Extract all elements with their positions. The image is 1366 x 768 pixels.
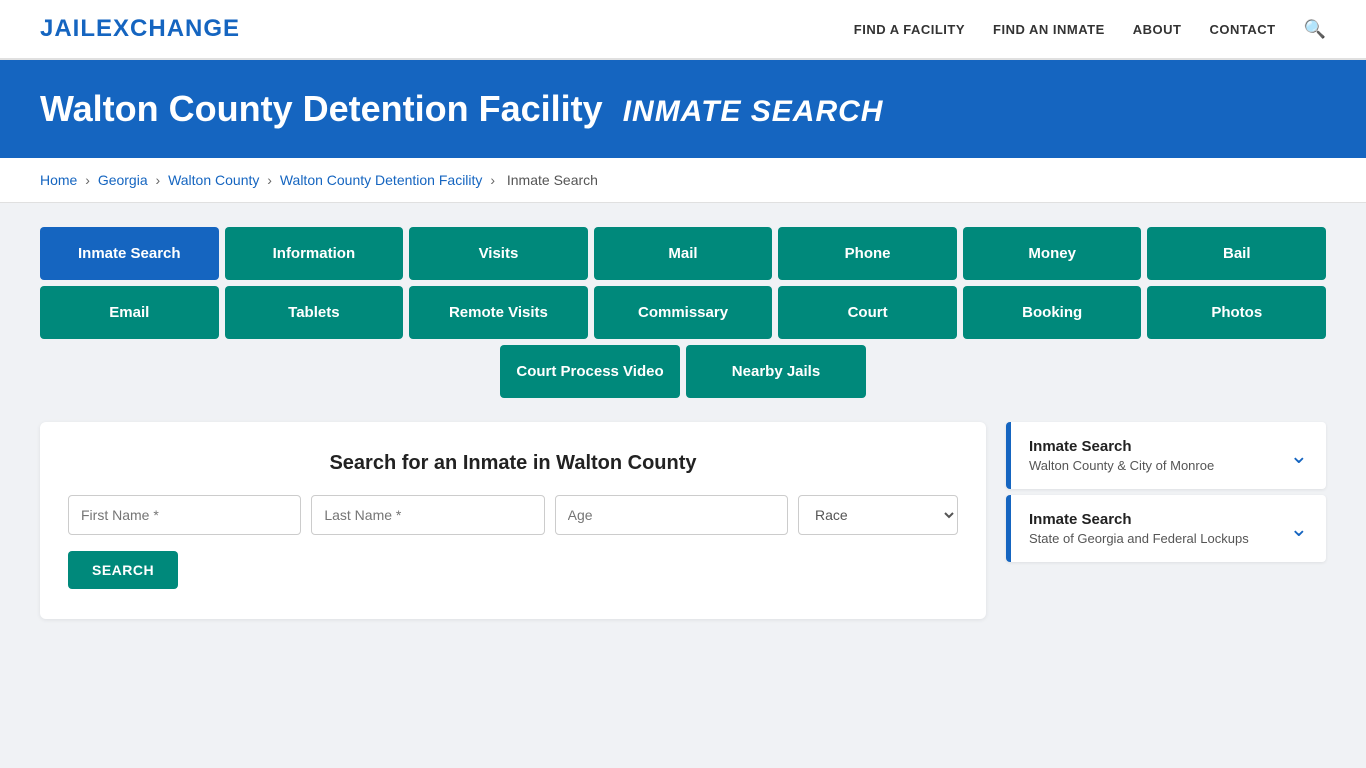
breadcrumb-home[interactable]: Home <box>40 172 77 188</box>
sidebar-card-2-title: Inmate Search <box>1029 511 1249 528</box>
btn-commissary[interactable]: Commissary <box>594 286 773 339</box>
sidebar-card-1-subtitle: Walton County & City of Monroe <box>1029 458 1214 473</box>
inmate-search-panel: Search for an Inmate in Walton County Ra… <box>40 422 986 619</box>
page-title-main: Walton County Detention Facility <box>40 88 603 129</box>
nav-find-facility[interactable]: FIND A FACILITY <box>854 22 965 37</box>
main-content: Inmate Search Information Visits Mail Ph… <box>0 203 1366 643</box>
btn-remote-visits[interactable]: Remote Visits <box>409 286 588 339</box>
sidebar-card-1-title: Inmate Search <box>1029 438 1214 455</box>
btn-tablets[interactable]: Tablets <box>225 286 404 339</box>
btn-information[interactable]: Information <box>225 227 404 280</box>
first-name-input[interactable] <box>68 495 301 535</box>
sidebar-card-walton[interactable]: Inmate Search Walton County & City of Mo… <box>1006 422 1326 489</box>
btn-inmate-search[interactable]: Inmate Search <box>40 227 219 280</box>
chevron-down-icon: ⌄ <box>1290 443 1308 469</box>
sidebar-card-2-subtitle: State of Georgia and Federal Lockups <box>1029 531 1249 546</box>
page-title: Walton County Detention Facility INMATE … <box>40 88 1326 130</box>
search-icon-button[interactable]: 🔍 <box>1304 19 1326 40</box>
btn-visits[interactable]: Visits <box>409 227 588 280</box>
btn-court-process-video[interactable]: Court Process Video <box>500 345 680 398</box>
breadcrumb-facility[interactable]: Walton County Detention Facility <box>280 172 483 188</box>
btn-photos[interactable]: Photos <box>1147 286 1326 339</box>
button-row-1: Inmate Search Information Visits Mail Ph… <box>40 227 1326 280</box>
page-title-sub: INMATE SEARCH <box>623 95 884 128</box>
nav-contact[interactable]: CONTACT <box>1209 22 1275 37</box>
sidebar: Inmate Search Walton County & City of Mo… <box>1006 422 1326 568</box>
search-fields: Race White Black Hispanic Asian Other <box>68 495 958 535</box>
breadcrumb: Home › Georgia › Walton County › Walton … <box>0 158 1366 203</box>
race-select[interactable]: Race White Black Hispanic Asian Other <box>798 495 958 535</box>
logo-exchange: EXCHANGE <box>96 15 240 42</box>
btn-email[interactable]: Email <box>40 286 219 339</box>
nav-find-inmate[interactable]: FIND AN INMATE <box>993 22 1105 37</box>
age-input[interactable] <box>555 495 788 535</box>
breadcrumb-walton-county[interactable]: Walton County <box>168 172 259 188</box>
btn-bail[interactable]: Bail <box>1147 227 1326 280</box>
btn-booking[interactable]: Booking <box>963 286 1142 339</box>
facility-button-grid: Inmate Search Information Visits Mail Ph… <box>40 227 1326 398</box>
button-row-3: Court Process Video Nearby Jails <box>40 345 1326 398</box>
btn-nearby-jails[interactable]: Nearby Jails <box>686 345 866 398</box>
hero-section: Walton County Detention Facility INMATE … <box>0 60 1366 158</box>
chevron-down-icon-2: ⌄ <box>1290 516 1308 542</box>
btn-money[interactable]: Money <box>963 227 1142 280</box>
btn-mail[interactable]: Mail <box>594 227 773 280</box>
breadcrumb-georgia[interactable]: Georgia <box>98 172 148 188</box>
nav-about[interactable]: ABOUT <box>1133 22 1182 37</box>
sidebar-card-georgia[interactable]: Inmate Search State of Georgia and Feder… <box>1006 495 1326 562</box>
btn-court[interactable]: Court <box>778 286 957 339</box>
logo-jail: JAIL <box>40 15 96 42</box>
button-row-2: Email Tablets Remote Visits Commissary C… <box>40 286 1326 339</box>
site-logo[interactable]: JAILEXCHANGE <box>40 15 240 43</box>
search-button[interactable]: SEARCH <box>68 551 178 589</box>
last-name-input[interactable] <box>311 495 544 535</box>
main-nav: FIND A FACILITY FIND AN INMATE ABOUT CON… <box>854 19 1326 40</box>
breadcrumb-current: Inmate Search <box>507 172 598 188</box>
content-area: Search for an Inmate in Walton County Ra… <box>40 422 1326 619</box>
site-header: JAILEXCHANGE FIND A FACILITY FIND AN INM… <box>0 0 1366 60</box>
btn-phone[interactable]: Phone <box>778 227 957 280</box>
search-panel-title: Search for an Inmate in Walton County <box>68 452 958 475</box>
